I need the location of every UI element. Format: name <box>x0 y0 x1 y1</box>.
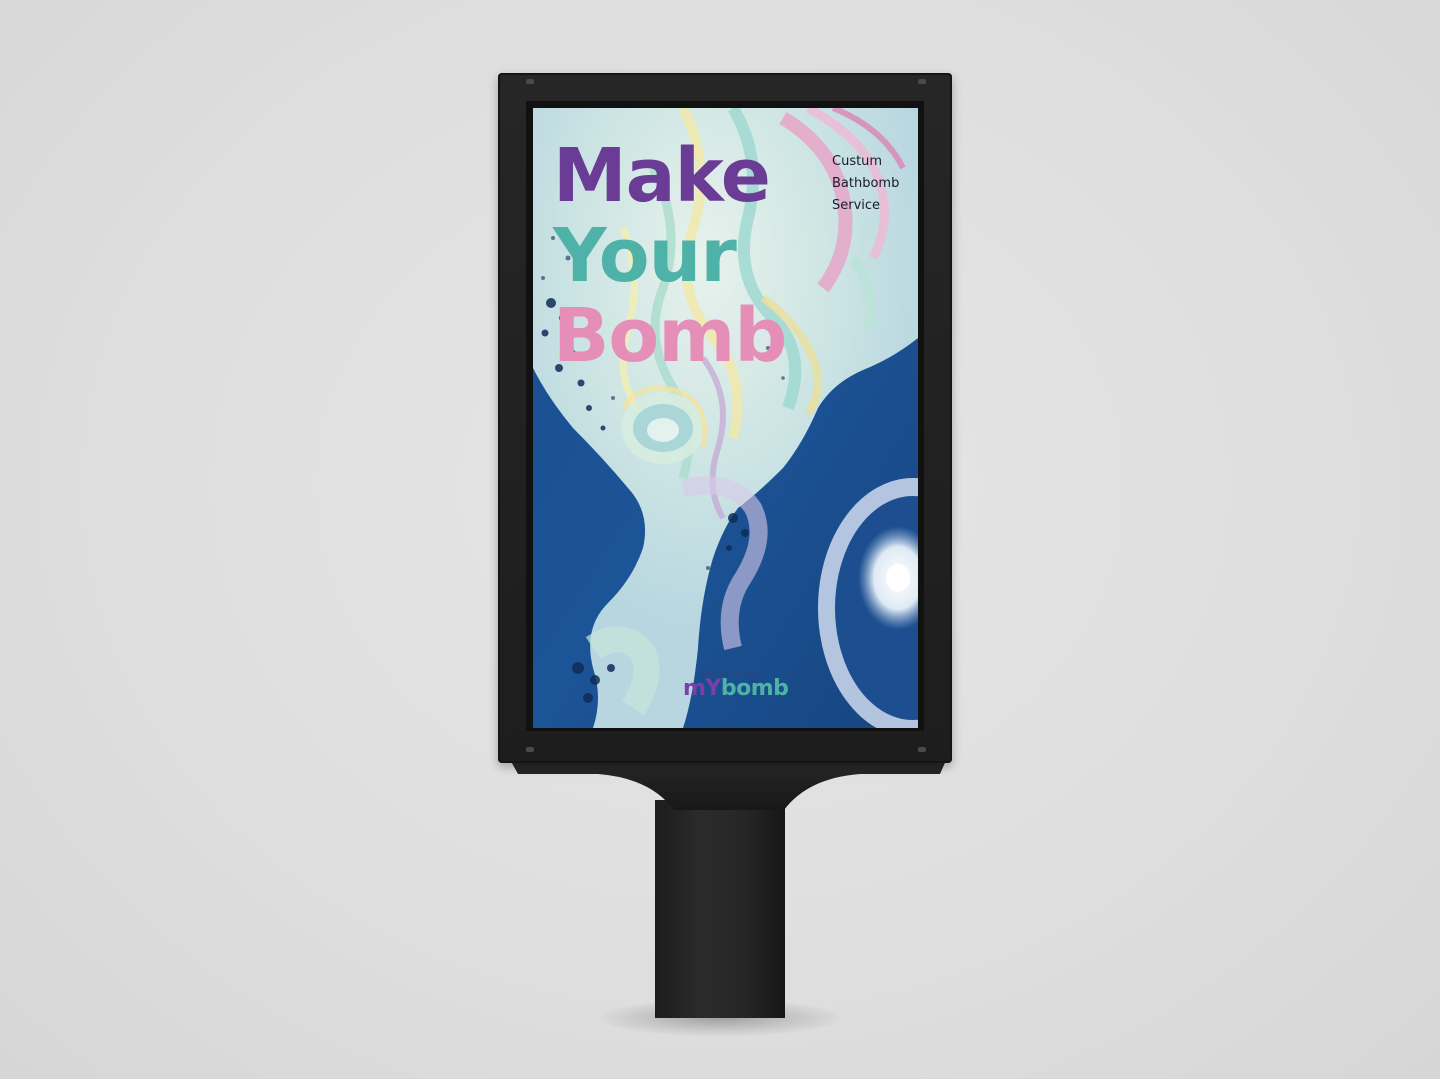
logo-wordmark-part-a: mY <box>683 676 721 701</box>
frame-screw <box>918 747 926 752</box>
poster: Make Your Bomb Custum Bathbomb Service M… <box>533 108 918 728</box>
frame-screw <box>526 79 534 84</box>
logo-wordmark: mYbomb <box>683 676 789 701</box>
headline-line-make: Make <box>553 133 771 219</box>
headline-line-your: Your <box>553 213 737 299</box>
frame-screw <box>526 747 534 752</box>
headline-line-bomb: Bomb <box>553 293 787 379</box>
poster-tagline: Custum Bathbomb Service <box>832 151 899 217</box>
mybomb-logo: MAKE YOUR OWN BOMB mYbomb <box>683 670 793 701</box>
frame-screw <box>918 79 926 84</box>
tagline-line-2: Bathbomb <box>832 176 900 191</box>
logo-wordmark-part-b: bomb <box>720 676 789 701</box>
scene: Make Your Bomb Custum Bathbomb Service M… <box>0 0 1440 1079</box>
poster-headline: Make Your Bomb <box>553 133 787 379</box>
sign-pole <box>655 800 785 1018</box>
tagline-line-3: Service <box>832 198 881 213</box>
tagline-line-1: Custum <box>832 154 883 169</box>
